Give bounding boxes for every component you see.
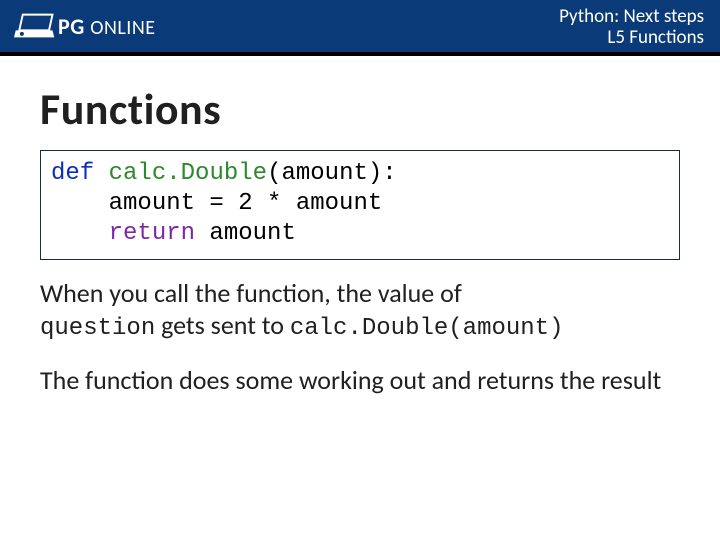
code-space <box>94 160 108 187</box>
code-block: def calc.Double(amount): amount = 2 * am… <box>40 150 680 260</box>
brand-online: ONLINE <box>90 16 155 40</box>
content-area: Functions def calc.Double(amount): amoun… <box>0 56 720 397</box>
laptop-icon <box>14 11 56 41</box>
top-bar: PG ONLINE Python: Next steps L5 Function… <box>0 0 720 56</box>
paragraph-1: When you call the function, the value of… <box>40 278 680 343</box>
brand-pg: PG <box>58 13 85 40</box>
p1-mono-1: question <box>40 315 155 342</box>
p1-mono-2: calc.Double(amount) <box>290 315 564 342</box>
brand-text: PG ONLINE <box>58 13 156 40</box>
code-args: (amount): <box>267 160 397 187</box>
breadcrumb-line-2: L5 Functions <box>559 27 704 48</box>
brand-logo: PG ONLINE <box>14 11 156 41</box>
code-return-tail: amount <box>195 220 296 247</box>
paragraph-2: The function does some working out and r… <box>40 365 680 397</box>
code-function-name: calc.Double <box>109 160 267 187</box>
p1-mid: gets sent to <box>161 309 290 341</box>
code-keyword-return: return <box>109 220 195 247</box>
slide: PG ONLINE Python: Next steps L5 Function… <box>0 0 720 540</box>
breadcrumb: Python: Next steps L5 Functions <box>559 6 704 49</box>
code-line-2: amount = 2 * amount <box>51 190 382 217</box>
code-keyword-def: def <box>51 160 94 187</box>
page-title: Functions <box>40 82 680 136</box>
breadcrumb-line-1: Python: Next steps <box>559 6 704 27</box>
p1-lead: When you call the function, the value of <box>40 277 462 309</box>
code-return-indent <box>51 220 109 247</box>
